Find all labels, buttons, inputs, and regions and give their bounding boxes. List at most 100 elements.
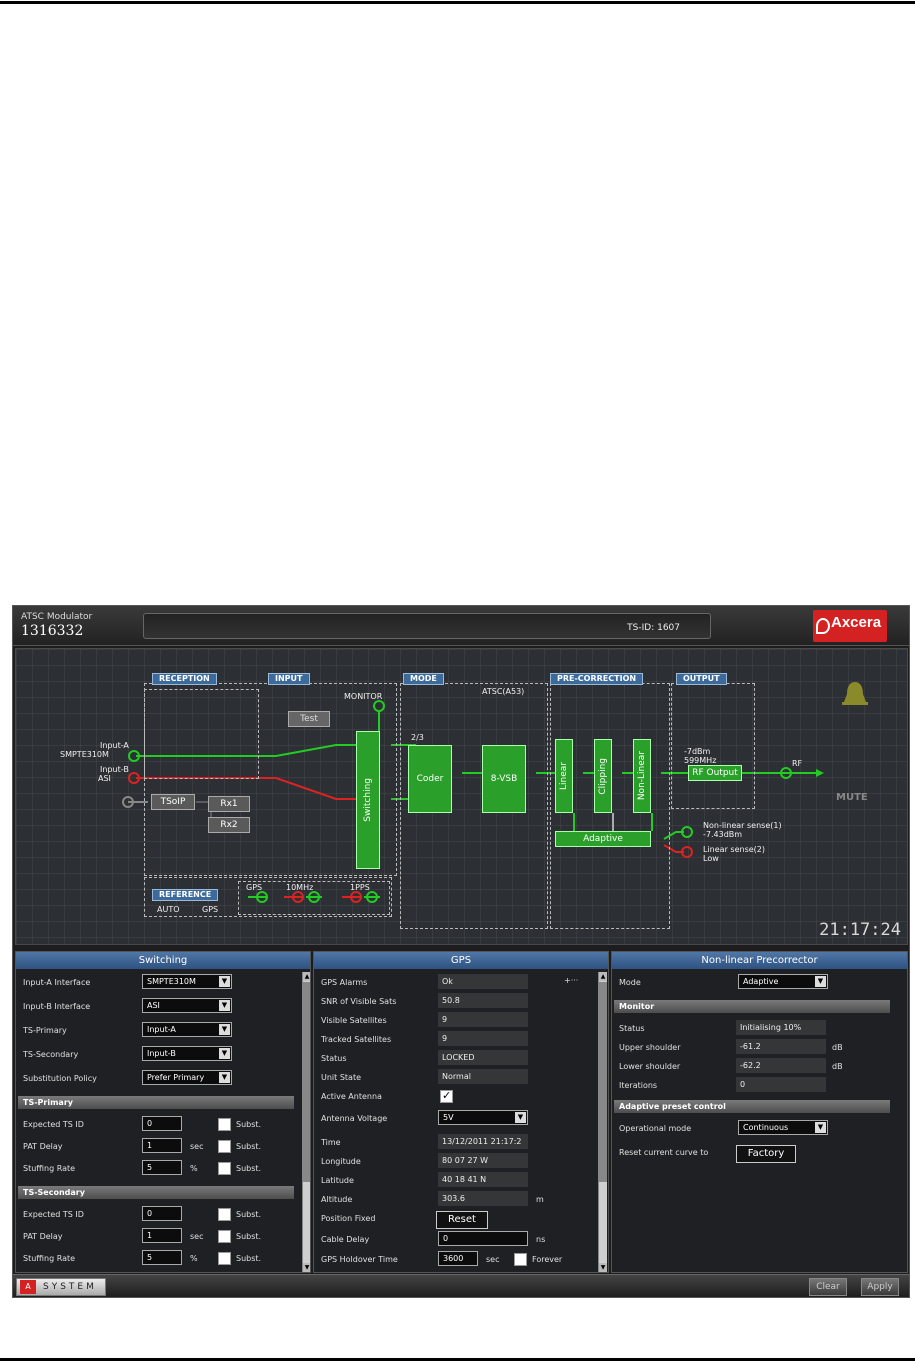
nonlinear-label: Non-Linear bbox=[637, 751, 647, 801]
test-button[interactable]: Test bbox=[288, 711, 330, 727]
gps-visible-row: Visible Satellites 9 bbox=[314, 1012, 608, 1032]
gps-unit-label: Unit State bbox=[321, 1073, 362, 1082]
switching-scrollbar[interactable]: ▲ ▼ bbox=[302, 972, 310, 1272]
linear-block[interactable]: Linear bbox=[555, 739, 573, 813]
input-a-interface-select[interactable]: SMPTE310M ▼ bbox=[142, 974, 232, 989]
gps-altitude-unit: m bbox=[536, 1195, 544, 1204]
secondary-stuffing-subst-checkbox[interactable] bbox=[218, 1252, 231, 1265]
primary-stuffing-input[interactable]: 5 bbox=[142, 1160, 182, 1175]
monitor-status-row: Status Initialising 10% bbox=[612, 1020, 907, 1040]
cable-delay-input[interactable]: 0 bbox=[438, 1231, 528, 1246]
scroll-up-icon[interactable]: ▲ bbox=[599, 972, 607, 981]
secondary-pat-subst-checkbox[interactable] bbox=[218, 1230, 231, 1243]
rx1-block[interactable]: Rx1 bbox=[208, 796, 250, 812]
alarm-bell-icon[interactable] bbox=[840, 679, 870, 709]
primary-stuffing-subst-label: Subst. bbox=[236, 1164, 262, 1173]
primary-expected-input[interactable]: 0 bbox=[142, 1116, 182, 1131]
dropdown-arrow-icon[interactable]: ▼ bbox=[515, 1112, 526, 1123]
dropdown-arrow-icon[interactable]: ▼ bbox=[219, 1000, 230, 1011]
adaptive-block[interactable]: Adaptive bbox=[555, 831, 651, 847]
output-label: OUTPUT bbox=[676, 673, 727, 685]
secondary-pat-row: PAT Delay 1 sec Subst. bbox=[16, 1228, 310, 1248]
monitor-status-label: Status bbox=[619, 1024, 645, 1033]
switching-row-ts-secondary: TS-Secondary Input-B ▼ bbox=[16, 1046, 310, 1066]
dropdown-arrow-icon[interactable]: ▼ bbox=[815, 976, 826, 987]
secondary-pat-label: PAT Delay bbox=[23, 1232, 63, 1241]
clipping-block[interactable]: Clipping bbox=[594, 739, 612, 813]
primary-pat-subst-checkbox[interactable] bbox=[218, 1140, 231, 1153]
scroll-down-icon[interactable]: ▼ bbox=[599, 1263, 607, 1272]
gps-time-row: Time 13/12/2011 21:17:2 bbox=[314, 1134, 608, 1154]
monitor-upper-unit: dB bbox=[832, 1043, 843, 1052]
ts-secondary-select[interactable]: Input-B ▼ bbox=[142, 1046, 232, 1061]
rf-arrow-icon bbox=[816, 769, 824, 777]
gps-scrollbar[interactable]: ▲ ▼ bbox=[598, 972, 607, 1272]
secondary-expected-label: Expected TS ID bbox=[23, 1210, 84, 1219]
mute-indicator[interactable]: MUTE bbox=[836, 792, 868, 803]
factory-button[interactable]: Factory bbox=[736, 1145, 796, 1163]
gps-reset-button[interactable]: Reset bbox=[436, 1211, 488, 1229]
gps-status-label: Status bbox=[321, 1054, 347, 1063]
dropdown-arrow-icon[interactable]: ▼ bbox=[219, 976, 230, 987]
clear-button[interactable]: Clear bbox=[809, 1278, 847, 1296]
switching-block[interactable]: Switching bbox=[356, 731, 380, 869]
primary-pat-input[interactable]: 1 bbox=[142, 1138, 182, 1153]
gps-altitude-value: 303.6 bbox=[438, 1191, 528, 1206]
substitution-policy-label: Substitution Policy bbox=[23, 1074, 97, 1083]
precorrector-mode-row: Mode Adaptive ▼ bbox=[612, 974, 907, 994]
scroll-thumb[interactable] bbox=[303, 982, 310, 1182]
system-button[interactable]: A SYSTEM bbox=[16, 1278, 106, 1296]
antenna-voltage-value: 5V bbox=[443, 1113, 454, 1122]
ts-primary-select[interactable]: Input-A ▼ bbox=[142, 1022, 232, 1037]
secondary-stuffing-row: Stuffing Rate 5 % Subst. bbox=[16, 1250, 310, 1270]
vsb-block[interactable]: 8-VSB bbox=[482, 745, 526, 813]
primary-stuffing-subst-checkbox[interactable] bbox=[218, 1162, 231, 1175]
gps-text: GPS bbox=[246, 883, 263, 892]
ts-primary-value: Input-A bbox=[147, 1025, 176, 1034]
secondary-pat-subst-label: Subst. bbox=[236, 1232, 262, 1241]
input-b-interface-select[interactable]: ASI ▼ bbox=[142, 998, 232, 1013]
secondary-pat-input[interactable]: 1 bbox=[142, 1228, 182, 1243]
status-bar: TS-ID: 1607 bbox=[143, 613, 711, 639]
antenna-voltage-select[interactable]: 5V ▼ bbox=[438, 1110, 528, 1125]
gps-snr-row: SNR of Visible Sats 50.8 bbox=[314, 993, 608, 1013]
nonlinear-block[interactable]: Non-Linear bbox=[633, 739, 651, 813]
secondary-expected-subst-checkbox[interactable] bbox=[218, 1208, 231, 1221]
secondary-expected-input[interactable]: 0 bbox=[142, 1206, 182, 1221]
input-a-type: SMPTE310M bbox=[60, 750, 109, 759]
holdover-time-input[interactable]: 3600 bbox=[438, 1251, 478, 1266]
holdover-forever-label: Forever bbox=[532, 1255, 563, 1264]
gps-longitude-value: 80 07 27 W bbox=[438, 1153, 528, 1168]
opmode-select[interactable]: Continuous ▼ bbox=[738, 1120, 828, 1135]
secondary-stuffing-label: Stuffing Rate bbox=[23, 1254, 76, 1263]
secondary-stuffing-input[interactable]: 5 bbox=[142, 1250, 182, 1265]
dropdown-arrow-icon[interactable]: ▼ bbox=[219, 1072, 230, 1083]
product-name: ATSC Modulator bbox=[21, 612, 93, 622]
precorrector-mode-select[interactable]: Adaptive ▼ bbox=[738, 974, 828, 989]
dropdown-arrow-icon[interactable]: ▼ bbox=[219, 1024, 230, 1035]
dropdown-arrow-icon[interactable]: ▼ bbox=[815, 1122, 826, 1133]
active-antenna-checkbox[interactable] bbox=[440, 1089, 453, 1103]
gps-position-label: Position Fixed bbox=[321, 1214, 376, 1223]
apply-button[interactable]: Apply bbox=[861, 1278, 899, 1296]
gps-alarms-more-button[interactable]: +··· bbox=[564, 976, 578, 985]
gps-longitude-label: Longitude bbox=[321, 1157, 361, 1166]
primary-expected-subst-checkbox[interactable] bbox=[218, 1118, 231, 1131]
input-a-interface-label: Input-A Interface bbox=[23, 978, 91, 987]
scroll-down-icon[interactable]: ▼ bbox=[303, 1263, 310, 1272]
tsoip-block[interactable]: TSoIP bbox=[151, 794, 195, 810]
rx2-block[interactable]: Rx2 bbox=[208, 817, 250, 833]
gps-holdover-row: GPS Holdover Time 3600 sec Forever bbox=[314, 1251, 608, 1271]
holdover-forever-checkbox[interactable] bbox=[514, 1253, 527, 1266]
coder-block[interactable]: Coder bbox=[408, 745, 452, 813]
primary-stuffing-unit: % bbox=[190, 1164, 198, 1173]
gps-tracked-label: Tracked Satellites bbox=[321, 1035, 392, 1044]
substitution-policy-select[interactable]: Prefer Primary ▼ bbox=[142, 1070, 232, 1085]
linear-label: Linear bbox=[559, 762, 569, 790]
dropdown-arrow-icon[interactable]: ▼ bbox=[219, 1048, 230, 1059]
scroll-thumb[interactable] bbox=[599, 982, 607, 1182]
scroll-up-icon[interactable]: ▲ bbox=[303, 972, 310, 981]
rf-output-block[interactable]: RF Output bbox=[688, 765, 742, 781]
primary-pat-subst-label: Subst. bbox=[236, 1142, 262, 1151]
gps-voltage-row: Antenna Voltage 5V ▼ bbox=[314, 1110, 608, 1130]
